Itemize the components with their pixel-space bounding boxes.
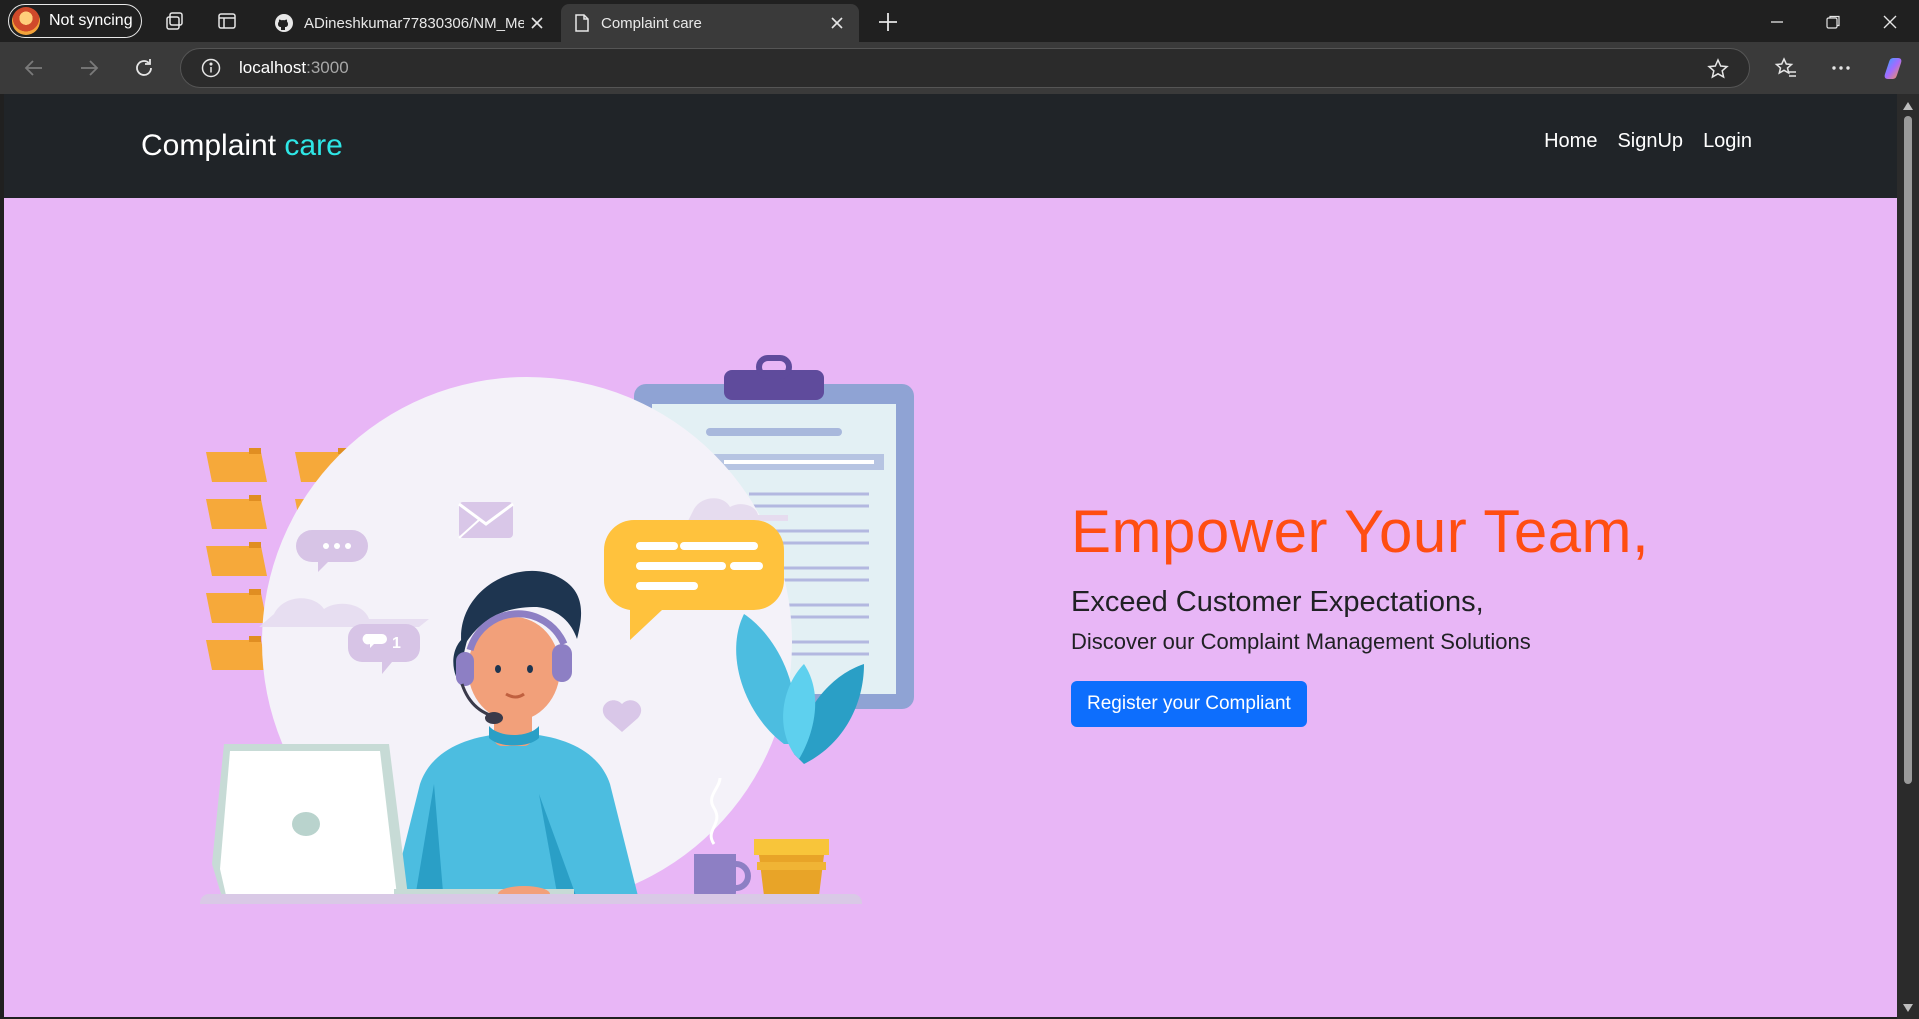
close-tab-icon[interactable] (527, 13, 547, 33)
page-scrollbar[interactable] (1897, 94, 1919, 1019)
tab-title: Complaint care (601, 14, 702, 32)
favorite-star-icon[interactable] (1707, 58, 1729, 80)
profile-label: Not syncing (49, 12, 133, 29)
scroll-down-icon[interactable] (1903, 1004, 1913, 1012)
favorites-icon[interactable] (1772, 54, 1800, 82)
copilot-icon[interactable] (1880, 54, 1908, 82)
scroll-up-icon[interactable] (1903, 102, 1913, 110)
nav-link-login[interactable]: Login (1703, 130, 1752, 153)
hero-subheadline: Exceed Customer Expectations, (1071, 586, 1484, 618)
register-complaint-button[interactable]: Register your Compliant (1071, 681, 1307, 727)
hero-tagline: Discover our Complaint Management Soluti… (1071, 629, 1531, 654)
workspaces-icon[interactable] (163, 9, 187, 33)
nav-link-signup[interactable]: SignUp (1617, 130, 1683, 153)
hero-headline: Empower Your Team, (1071, 498, 1650, 565)
address-bar[interactable]: localhost:3000 (180, 48, 1750, 88)
browser-toolbar: localhost:3000 (0, 42, 1919, 94)
nav-link-home[interactable]: Home (1544, 130, 1597, 153)
tab-actions-icon[interactable] (215, 9, 239, 33)
restore-icon[interactable] (1821, 10, 1845, 34)
browser-tab-bar: Not syncing ADineshkumar77830306/NM_Mern… (0, 0, 1919, 42)
page-icon (575, 14, 589, 32)
tab-title: ADineshkumar77830306/NM_MernStack (304, 14, 524, 32)
tab-github[interactable]: ADineshkumar77830306/NM_MernStack (262, 4, 559, 42)
profile-button[interactable]: Not syncing (8, 4, 142, 38)
more-options-icon[interactable] (1827, 54, 1855, 82)
avatar (12, 7, 40, 35)
site-navbar: Complaint care Home SignUp Login (4, 94, 1897, 198)
close-tab-icon[interactable] (827, 13, 847, 33)
chat-badge-count: 1 (392, 635, 401, 652)
close-window-icon[interactable] (1878, 10, 1902, 34)
url-text: localhost:3000 (239, 58, 349, 77)
github-icon (275, 14, 293, 32)
new-tab-icon[interactable] (874, 8, 902, 36)
refresh-icon[interactable] (130, 54, 158, 82)
page-viewport: Complaint care Home SignUp Login 1 Empow… (4, 94, 1897, 1017)
back-arrow-icon[interactable] (20, 54, 48, 82)
hero-text: Empower Your Team, Exceed Customer Expec… (1071, 497, 1649, 727)
site-info-icon[interactable] (201, 58, 221, 78)
brand-logo[interactable]: Complaint care (141, 129, 343, 163)
nav-links: Home SignUp Login (1544, 130, 1752, 153)
scrollbar-thumb[interactable] (1904, 116, 1912, 784)
customer-support-illustration: 1 (200, 355, 914, 904)
tab-complaint-care[interactable]: Complaint care (561, 4, 859, 42)
forward-arrow-icon[interactable] (75, 54, 103, 82)
minimize-icon[interactable] (1765, 10, 1789, 34)
